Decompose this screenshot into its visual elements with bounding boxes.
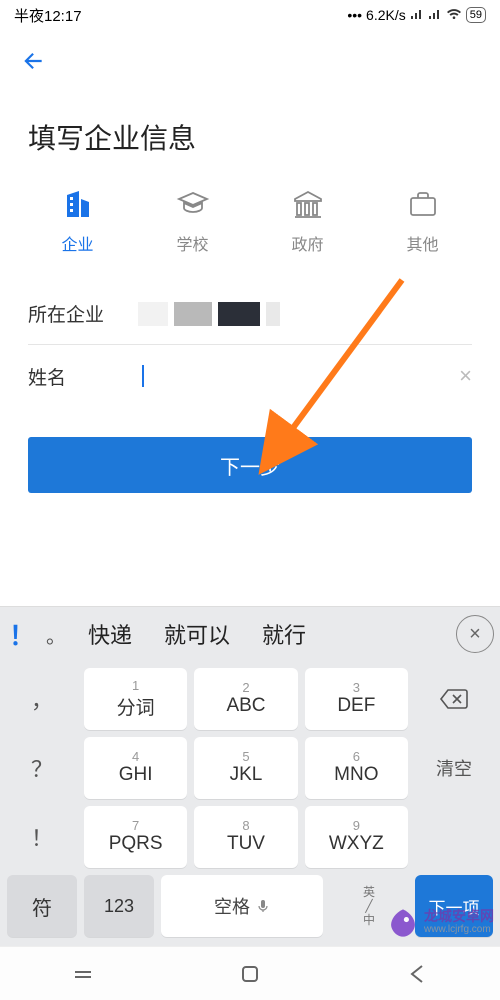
nav-recent-icon[interactable] (70, 961, 96, 987)
watermark-name: 龙城安卓网 (424, 909, 494, 923)
government-icon (291, 187, 325, 221)
system-nav-bar (0, 946, 500, 1000)
status-net-speed: 6.2K/s (366, 7, 406, 23)
category-tabs: 企业 学校 政府 其他 (0, 177, 500, 263)
key-space[interactable]: 空格 (161, 875, 323, 937)
mic-icon (256, 899, 270, 913)
name-value (138, 365, 472, 387)
nav-back-icon[interactable] (404, 961, 430, 987)
tab-label: 学校 (176, 231, 208, 255)
candidate-punct-big[interactable]: ！ (6, 616, 38, 653)
key-comma[interactable]: ， (7, 668, 77, 730)
backspace-icon (439, 688, 469, 710)
briefcase-icon (406, 187, 440, 221)
company-value (138, 302, 472, 326)
clear-icon[interactable]: × (459, 363, 472, 389)
name-label: 姓名 (28, 363, 138, 390)
key-exclaim[interactable]: ！ (7, 806, 77, 868)
candidate-word[interactable]: 就可以 (150, 618, 244, 650)
key-1[interactable]: 1分词 (84, 668, 187, 730)
page-title: 填写企业信息 (0, 89, 500, 177)
watermark-url: www.lcjrfg.com (424, 923, 494, 937)
candidate-row: ！ 。 快递 就可以 就行 × (0, 607, 500, 661)
key-clear[interactable]: 清空 (415, 737, 493, 799)
app-header (0, 30, 500, 89)
key-8[interactable]: 8TUV (194, 806, 297, 868)
battery-indicator: 59 (466, 7, 486, 23)
key-5[interactable]: 5JKL (194, 737, 297, 799)
key-7[interactable]: 7PQRS (84, 806, 187, 868)
ime-keyboard: ！ 。 快递 就可以 就行 × ， 1分词 2ABC 3DEF ？ 4GHI 5… (0, 606, 500, 946)
form: 所在企业 姓名 × (0, 263, 500, 407)
watermark-logo-icon (386, 906, 420, 940)
watermark: 龙城安卓网 www.lcjrfg.com (386, 906, 494, 940)
graduation-cap-icon (176, 187, 210, 221)
key-symbol[interactable]: 符 (7, 875, 77, 937)
key-6[interactable]: 6MNO (305, 737, 408, 799)
back-arrow-icon[interactable] (20, 61, 46, 78)
signal-icon-2 (428, 7, 442, 23)
tab-school[interactable]: 学校 (158, 187, 228, 255)
status-time: 半夜12:17 (14, 5, 82, 26)
key-9[interactable]: 9WXYZ (305, 806, 408, 868)
status-bar: 半夜12:17 ••• 6.2K/s 59 (0, 0, 500, 30)
nav-home-icon[interactable] (237, 961, 263, 987)
tab-label: 其他 (406, 231, 438, 255)
candidate-close-icon[interactable]: × (456, 615, 494, 653)
key-backspace[interactable] (415, 668, 493, 730)
tab-enterprise[interactable]: 企业 (43, 187, 113, 255)
redacted-block (138, 302, 168, 326)
name-field-row[interactable]: 姓名 × (28, 345, 472, 407)
tab-government[interactable]: 政府 (273, 187, 343, 255)
key-4[interactable]: 4GHI (84, 737, 187, 799)
key-2[interactable]: 2ABC (194, 668, 297, 730)
wifi-icon (446, 7, 462, 23)
company-label: 所在企业 (28, 300, 138, 327)
candidate-punct-small[interactable]: 。 (42, 620, 70, 649)
key-grid: ， 1分词 2ABC 3DEF ？ 4GHI 5JKL 6MNO 清空 ！ 7P… (0, 661, 500, 875)
key-3[interactable]: 3DEF (305, 668, 408, 730)
candidate-word[interactable]: 快递 (74, 618, 146, 650)
candidate-word[interactable]: 就行 (248, 618, 320, 650)
redacted-block (266, 302, 280, 326)
status-right: ••• 6.2K/s 59 (347, 7, 486, 23)
key-blank (415, 806, 493, 868)
next-button[interactable]: 下一步 (28, 437, 472, 493)
key-number[interactable]: 123 (84, 875, 154, 937)
tab-label: 企业 (61, 231, 93, 255)
status-three-dots: ••• (347, 7, 362, 23)
tab-label: 政府 (291, 231, 323, 255)
signal-icon (410, 7, 424, 23)
tab-other[interactable]: 其他 (388, 187, 458, 255)
company-field-row[interactable]: 所在企业 (28, 283, 472, 345)
text-cursor (142, 365, 144, 387)
redacted-block (218, 302, 260, 326)
key-question[interactable]: ？ (7, 737, 77, 799)
redacted-block (174, 302, 212, 326)
building-icon (61, 187, 95, 221)
